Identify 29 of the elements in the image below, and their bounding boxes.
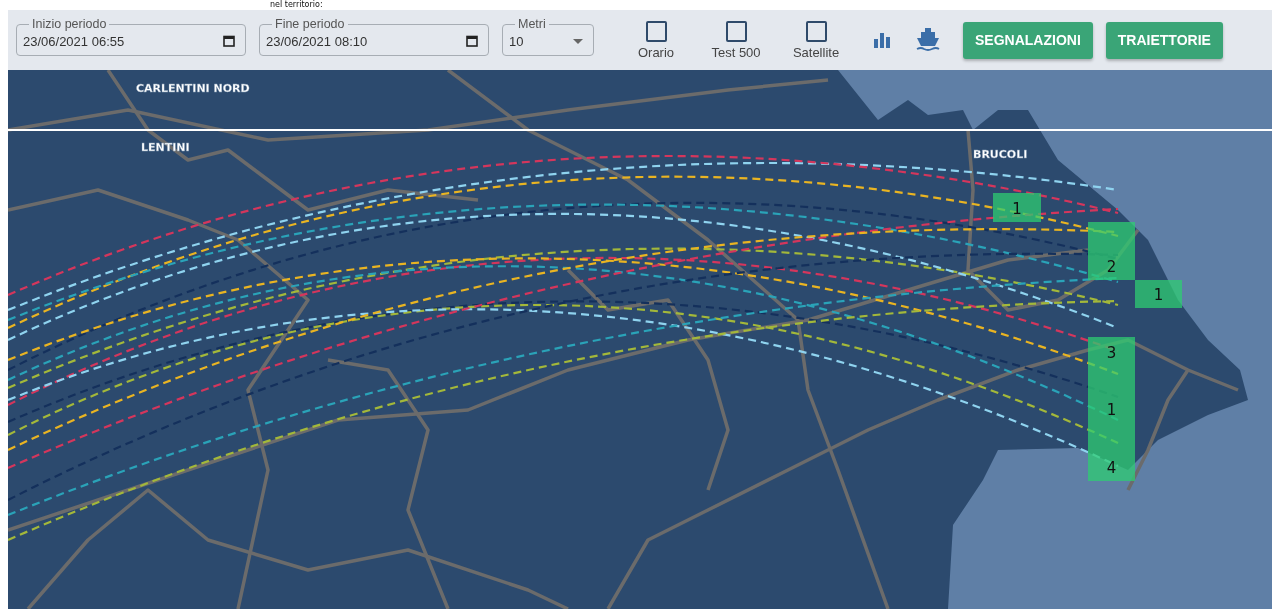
- count-cell: [1135, 280, 1182, 308]
- calendar-icon[interactable]: [466, 35, 478, 47]
- checkbox[interactable]: [725, 20, 747, 42]
- count-label: 1: [1106, 401, 1117, 420]
- calendar-icon[interactable]: [223, 35, 235, 47]
- select-field[interactable]: Metri 10: [502, 18, 594, 56]
- count-label: 3: [1106, 343, 1117, 362]
- count-cell: [1088, 337, 1135, 395]
- count-cell: [1088, 452, 1135, 481]
- checkbox-label: Orario: [637, 44, 675, 60]
- checkbox[interactable]: [645, 20, 667, 42]
- count-label: 2: [1106, 257, 1117, 276]
- bar-chart-icon[interactable]: [873, 32, 891, 48]
- checkbox-label: Test 500: [711, 44, 761, 60]
- checkbox[interactable]: [805, 20, 827, 42]
- count-cell: [993, 193, 1041, 222]
- place-label: BRUCOLI: [973, 148, 1028, 161]
- heading-text: nel territorio:: [270, 0, 324, 10]
- caret-icon: [573, 38, 583, 44]
- place-label: LENTINI: [141, 141, 190, 154]
- count-label: 1: [1153, 286, 1164, 304]
- count-label: 1: [1012, 199, 1022, 218]
- place-label: CARLENTINI NORD: [136, 82, 250, 95]
- count-cell: [1088, 222, 1135, 280]
- ship-icon[interactable]: [915, 27, 941, 53]
- count-label: 4: [1106, 458, 1117, 477]
- checkbox-label: Satellite: [792, 44, 840, 60]
- datetime-field[interactable]: Inizio periodo 23/06/2021 06:55: [16, 18, 246, 56]
- datetime-field[interactable]: Fine periodo 23/06/2021 08:10: [259, 18, 489, 56]
